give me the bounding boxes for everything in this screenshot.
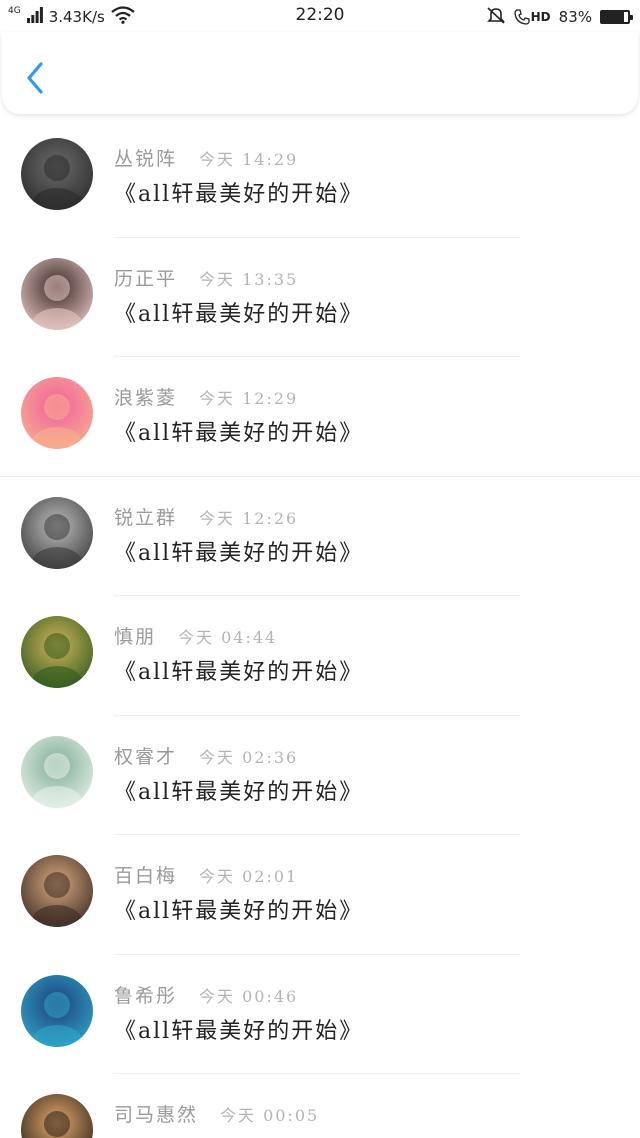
message-text: 《all轩最美好的开始》 [114,301,364,327]
network-speed: 3.43K/s [48,8,105,26]
message-text: 《all轩最美好的开始》 [114,1132,363,1138]
message-meta: 权睿才 今天 02:36 [114,742,298,769]
sender-name: 鲁希彤 [114,984,178,1007]
sender-name: 历正平 [114,267,178,290]
message-time: 今天 00:46 [199,986,299,1006]
avatar[interactable] [21,735,93,808]
message-text: 《all轩最美好的开始》 [114,540,364,566]
message-time: 今天 04:44 [178,628,278,647]
sender-name: 百白梅 [114,865,178,887]
status-bar: 4G 3.43K/s 22:20 HD 83% [0,0,640,32]
message-meta: 锐立群 今天 12:26 [114,503,298,530]
battery-level [602,12,624,22]
status-right: HD 83% [486,6,633,28]
avatar[interactable] [21,1094,93,1138]
message-time: 今天 00:05 [220,1106,320,1125]
message-text: 《all轩最美好的开始》 [114,421,364,446]
chevron-left-icon [27,62,43,94]
message-text: 《all轩最美好的开始》 [114,182,364,207]
list-item[interactable]: 历正平 今天 13:35 《all轩最美好的开始》 [0,238,640,357]
message-time: 今天 02:01 [199,867,299,886]
avatar[interactable] [21,855,93,927]
avatar[interactable] [21,257,93,330]
bell-muted-icon [486,6,506,28]
sender-name: 司马惠然 [114,1104,199,1126]
list-item[interactable]: 鲁希彤 今天 00:46 《all轩最美好的开始》 [0,955,640,1074]
status-left: 4G 3.43K/s [8,6,135,28]
sender-name: 权睿才 [114,745,178,768]
sender-name: 锐立群 [114,506,178,529]
message-time: 今天 13:35 [199,269,299,289]
sender-name: 丛锐阵 [114,148,178,170]
list-item[interactable]: 浪紫菱 今天 12:29 《all轩最美好的开始》 [0,357,640,477]
hd-label: HD [530,10,551,24]
message-list: 丛锐阵 今天 14:29 《all轩最美好的开始》 历正平 今天 13:35 《all轩最… [0,118,640,1138]
list-item[interactable]: 权睿才 今天 02:36 《all轩最美好的开始》 [0,716,640,835]
list-item[interactable]: 百白梅 今天 02:01 《all轩最美好的开始》 [0,835,640,955]
message-meta: 慎朋 今天 04:44 [114,622,277,649]
message-meta: 历正平 今天 13:35 [114,264,298,291]
back-button[interactable] [20,60,50,96]
message-meta: 丛锐阵 今天 14:29 [114,144,298,171]
avatar[interactable] [21,496,93,569]
message-text: 《all轩最美好的开始》 [114,1018,364,1044]
network-type: 4G [8,6,21,16]
list-item[interactable]: 锐立群 今天 12:26 《all轩最美好的开始》 [0,477,640,596]
message-meta: 司马惠然 今天 00:05 [114,1100,319,1127]
sender-name: 浪紫菱 [114,387,178,409]
wifi-icon [111,6,135,28]
sender-name: 慎朋 [114,626,157,648]
avatar[interactable] [21,138,93,210]
message-time: 今天 14:29 [199,150,299,169]
signal-icon [26,7,43,27]
list-item[interactable]: 丛锐阵 今天 14:29 《all轩最美好的开始》 [0,118,640,238]
message-meta: 浪紫菱 今天 12:29 [114,383,298,410]
top-nav-bar [2,32,638,114]
message-time: 今天 02:36 [199,747,299,767]
message-text: 《all轩最美好的开始》 [114,660,364,685]
message-meta: 鲁希彤 今天 00:46 [114,981,298,1008]
battery-percent: 83% [558,8,592,26]
message-time: 今天 12:26 [199,508,299,528]
message-text: 《all轩最美好的开始》 [114,779,364,805]
list-item[interactable]: 慎朋 今天 04:44 《all轩最美好的开始》 [0,596,640,716]
message-meta: 百白梅 今天 02:01 [114,861,298,888]
chat-list-screen: 4G 3.43K/s 22:20 HD 83% 丛锐阵 今天 14:29 《al… [0,0,640,1138]
message-text: 《all轩最美好的开始》 [114,899,364,924]
avatar[interactable] [21,974,93,1047]
list-item[interactable]: 司马惠然 今天 00:05 《all轩最美好的开始》 [0,1074,640,1138]
hd-call-icon: HD [513,9,551,25]
avatar[interactable] [21,616,93,688]
message-time: 今天 12:29 [199,389,299,408]
avatar[interactable] [21,377,93,449]
battery-icon [600,10,633,24]
